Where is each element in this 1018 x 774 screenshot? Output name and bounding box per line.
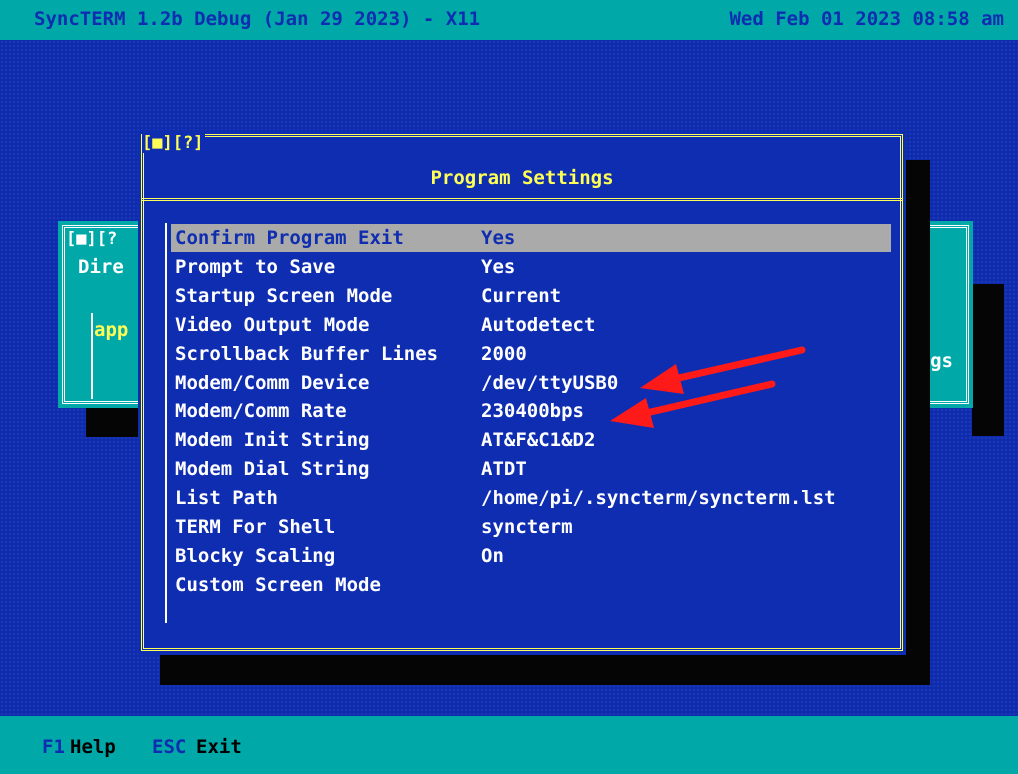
f1-key[interactable]: F1 <box>42 736 65 758</box>
help-label[interactable]: Help <box>70 736 116 758</box>
status-bar: F1 Help ESC Exit <box>0 716 1018 774</box>
annotation-arrow <box>640 346 806 394</box>
annotation-arrow <box>610 380 776 428</box>
esc-key[interactable]: ESC <box>152 736 186 758</box>
exit-label[interactable]: Exit <box>196 736 242 758</box>
annotation-arrows <box>610 346 806 428</box>
